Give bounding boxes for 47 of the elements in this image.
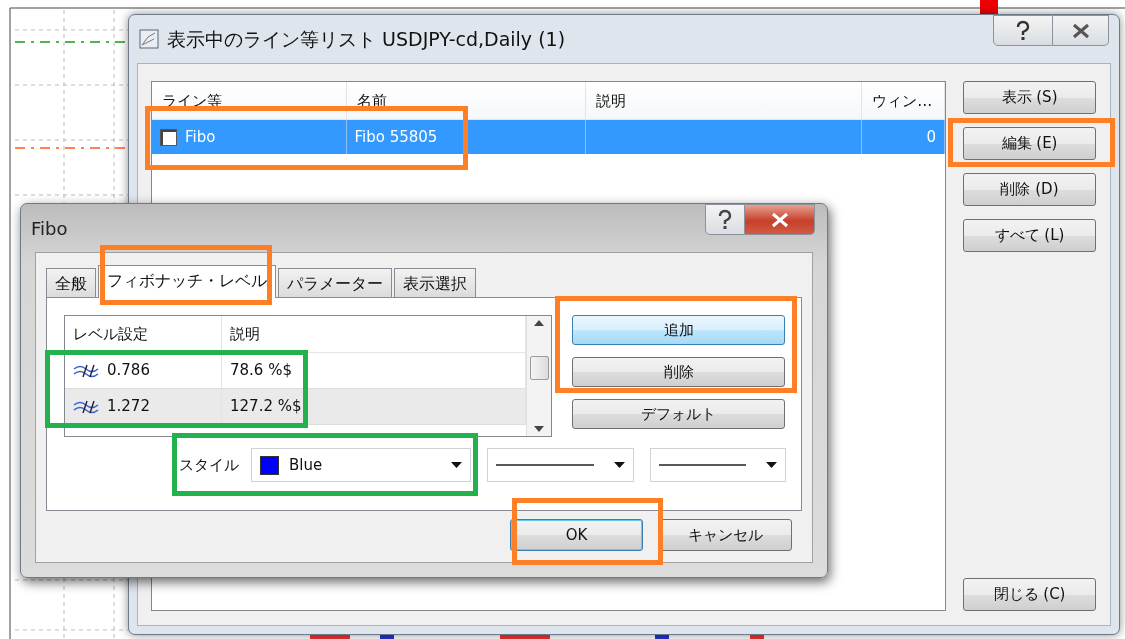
table-cell-text: 127.2 %$ — [230, 396, 302, 418]
side-button[interactable]: 削除 (D) — [963, 173, 1096, 206]
table-cell-text: 78.6 %$ — [230, 360, 292, 382]
dropdown-arrow-icon — [451, 462, 462, 468]
ok-button[interactable]: OK — [510, 519, 643, 551]
wave-line-icon — [73, 399, 99, 414]
dropdown-arrow-icon — [614, 462, 625, 468]
style-label: スタイル — [179, 454, 239, 476]
window-title: 表示中のライン等リスト USDJPY-cd,Daily (1) — [167, 26, 566, 52]
column-header[interactable]: レベル設定 — [65, 316, 222, 352]
close-button[interactable] — [745, 204, 815, 235]
close-button[interactable] — [1053, 15, 1109, 46]
dialog-title: Fibo — [31, 216, 68, 241]
side-button[interactable]: 表示 (S) — [963, 81, 1096, 114]
close-icon — [770, 211, 789, 228]
line-chart-icon — [139, 29, 159, 49]
scroll-up-icon — [534, 320, 544, 326]
scroll-thumb[interactable] — [529, 356, 549, 380]
level-button[interactable]: デフォルト — [572, 399, 785, 429]
help-button[interactable] — [993, 15, 1053, 46]
level-button[interactable]: 削除 — [572, 357, 785, 387]
scrollbar[interactable] — [526, 316, 551, 436]
tab[interactable]: 全般 — [46, 268, 96, 297]
column-header[interactable]: ウィン… — [862, 82, 945, 119]
close-button[interactable]: 閉じる (C) — [963, 578, 1096, 611]
line-style-dropdown[interactable] — [487, 448, 634, 482]
level-button[interactable]: 追加 — [572, 315, 785, 345]
wave-line-icon — [73, 363, 99, 378]
dropdown-arrow-icon — [766, 462, 777, 468]
tab[interactable]: フィボナッチ・レベル — [98, 265, 276, 298]
line-width-dropdown[interactable] — [650, 448, 786, 482]
tab[interactable]: 表示選択 — [394, 268, 476, 297]
table-cell-text: 1.272 — [107, 396, 150, 418]
side-button[interactable]: すべて (L) — [963, 219, 1096, 252]
help-button[interactable] — [705, 204, 745, 235]
checkbox[interactable] — [160, 128, 177, 146]
tab[interactable]: パラメーター — [278, 268, 392, 297]
solid-line-icon — [496, 463, 595, 467]
side-button[interactable]: 編集 (E) — [963, 127, 1096, 160]
close-icon — [1071, 22, 1090, 39]
help-icon — [1016, 19, 1030, 42]
table-cell-text: 0.786 — [107, 360, 150, 382]
column-header[interactable]: 説明 — [585, 82, 863, 119]
scroll-down-icon — [534, 426, 544, 432]
color-dropdown[interactable]: Blue — [251, 448, 471, 482]
help-icon — [718, 208, 732, 231]
solid-line-icon — [659, 463, 747, 467]
